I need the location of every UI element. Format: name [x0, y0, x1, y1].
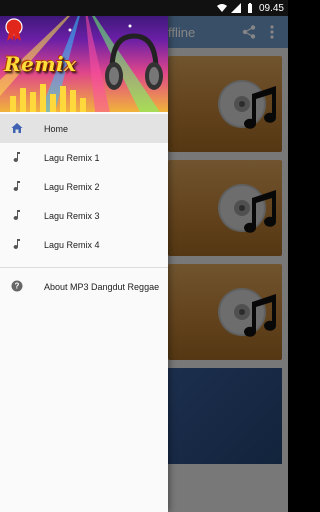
- navigation-drawer: Remix Home Lagu Remix 1 Lagu Remix 2 Lag…: [0, 0, 168, 512]
- drawer-header: Remix: [0, 0, 168, 112]
- menu-item-lagu-remix-1[interactable]: Lagu Remix 1: [0, 143, 168, 172]
- menu-item-home[interactable]: Home: [0, 114, 168, 143]
- headphones-icon: [105, 33, 163, 90]
- status-time: 09.45: [258, 2, 284, 14]
- menu-item-about[interactable]: ? About MP3 Dangdut Reggae: [0, 272, 168, 301]
- menu-item-lagu-remix-3[interactable]: Lagu Remix 3: [0, 201, 168, 230]
- home-icon: [11, 123, 23, 133]
- drawer-menu: Home Lagu Remix 1 Lagu Remix 2 Lagu Remi…: [0, 114, 168, 301]
- music-note-icon: [13, 210, 20, 220]
- music-note-icon: [13, 181, 20, 191]
- music-note-icon: [13, 152, 20, 162]
- signal-icon: [230, 3, 241, 13]
- menu-item-lagu-remix-4[interactable]: Lagu Remix 4: [0, 230, 168, 259]
- header-logo: Remix: [4, 52, 77, 76]
- menu-label-home: Home: [44, 123, 69, 134]
- menu-label-lagu-remix-3: Lagu Remix 3: [44, 210, 100, 221]
- menu-label-lagu-remix-2: Lagu Remix 2: [44, 181, 100, 192]
- menu-label-about: About MP3 Dangdut Reggae: [44, 281, 160, 292]
- battery-icon: [247, 3, 252, 13]
- menu-label-lagu-remix-1: Lagu Remix 1: [44, 152, 100, 163]
- wifi-icon: [216, 4, 227, 12]
- menu-divider: [0, 267, 168, 268]
- status-bar: 09.45: [0, 0, 288, 16]
- menu-item-lagu-remix-2[interactable]: Lagu Remix 2: [0, 172, 168, 201]
- best-badge-icon: [5, 18, 23, 41]
- menu-label-lagu-remix-4: Lagu Remix 4: [44, 239, 100, 250]
- music-note-icon: [13, 239, 20, 249]
- help-icon: ?: [11, 280, 23, 292]
- svg-text:?: ?: [15, 282, 20, 291]
